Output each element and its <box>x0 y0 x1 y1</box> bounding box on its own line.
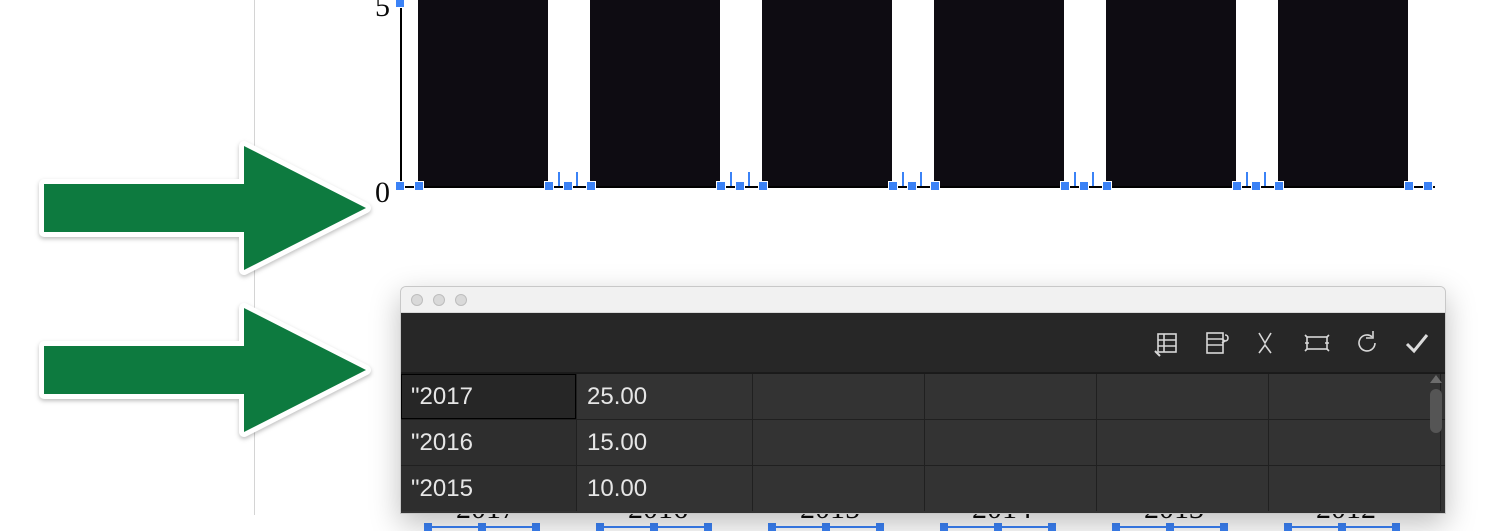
import-data-icon[interactable] <box>1153 329 1181 357</box>
selection-handle[interactable] <box>1274 181 1284 191</box>
bar-rect[interactable] <box>934 0 1064 186</box>
cell-value[interactable]: 25.00 <box>577 374 753 419</box>
cell-year[interactable]: "2015 <box>401 466 577 511</box>
cell-empty[interactable] <box>1097 374 1269 419</box>
bar-rect[interactable] <box>1278 0 1408 186</box>
selection-tick <box>558 172 560 186</box>
cell-empty[interactable] <box>925 466 1097 511</box>
bar-rect[interactable] <box>590 0 720 186</box>
selection-handle[interactable] <box>563 181 573 191</box>
selection-tick <box>1074 172 1076 186</box>
selection-handle[interactable] <box>735 181 745 191</box>
y-tick-5: 5 <box>340 0 390 24</box>
selection-handle[interactable] <box>414 181 424 191</box>
selection-handle[interactable] <box>907 181 917 191</box>
selection-tick <box>1092 172 1094 186</box>
selection-tick <box>1264 172 1266 186</box>
cell-empty[interactable] <box>1269 420 1441 465</box>
cell-empty[interactable] <box>1269 374 1441 419</box>
selection-handle[interactable] <box>758 181 768 191</box>
selection-tick <box>576 172 578 186</box>
selection-tick <box>920 172 922 186</box>
cell-empty[interactable] <box>1269 466 1441 511</box>
graph-data-panel[interactable]: "2017 25.00 "2016 15.00 "2015 10.00 <box>400 286 1446 514</box>
table-row[interactable]: "2017 25.00 <box>401 373 1445 419</box>
selection-handle[interactable] <box>1404 181 1414 191</box>
cell-style-icon[interactable] <box>1303 329 1331 357</box>
table-row[interactable]: "2016 15.00 <box>401 419 1445 465</box>
bar-chart[interactable]: 5 0 2017 2016 2015 2014 <box>370 0 1440 240</box>
window-titlebar[interactable] <box>401 287 1445 313</box>
bar-rect[interactable] <box>418 0 548 186</box>
bar-rect[interactable] <box>1106 0 1236 186</box>
cell-empty[interactable] <box>1097 420 1269 465</box>
apply-icon[interactable] <box>1403 329 1431 357</box>
cell-value[interactable]: 15.00 <box>577 420 753 465</box>
selection-handle[interactable] <box>716 181 726 191</box>
window-close-icon[interactable] <box>411 294 423 306</box>
revert-icon[interactable] <box>1353 329 1381 357</box>
selection-handle[interactable] <box>1060 181 1070 191</box>
cell-empty[interactable] <box>753 466 925 511</box>
selection-handle[interactable] <box>1232 181 1242 191</box>
cell-empty[interactable] <box>753 374 925 419</box>
window-zoom-icon[interactable] <box>455 294 467 306</box>
scroll-thumb[interactable] <box>1430 389 1442 433</box>
scrollbar[interactable] <box>1429 375 1443 511</box>
selection-tick <box>748 172 750 186</box>
selection-handle[interactable] <box>930 181 940 191</box>
bars-group[interactable]: 2017 2016 2015 2014 2013 <box>400 0 1435 186</box>
selection-tick <box>730 172 732 186</box>
selection-handle[interactable] <box>888 181 898 191</box>
annotation-arrow-chart-icon <box>36 138 372 278</box>
transpose-icon[interactable] <box>1203 329 1231 357</box>
panel-toolbar <box>401 313 1445 373</box>
cell-value[interactable]: 10.00 <box>577 466 753 511</box>
annotation-arrow-panel-icon <box>36 300 372 440</box>
window-minimize-icon[interactable] <box>433 294 445 306</box>
selection-handle[interactable] <box>1102 181 1112 191</box>
selection-handle[interactable] <box>1079 181 1089 191</box>
cell-year[interactable]: "2016 <box>401 420 577 465</box>
cell-empty[interactable] <box>925 420 1097 465</box>
scroll-up-icon[interactable] <box>1430 375 1442 383</box>
cell-empty[interactable] <box>753 420 925 465</box>
swap-xy-icon[interactable] <box>1253 329 1281 357</box>
selection-tick <box>1246 172 1248 186</box>
cell-empty[interactable] <box>925 374 1097 419</box>
selection-handle[interactable] <box>544 181 554 191</box>
data-grid[interactable]: "2017 25.00 "2016 15.00 "2015 10.00 <box>401 373 1445 513</box>
cell-empty[interactable] <box>1097 466 1269 511</box>
table-row[interactable]: "2015 10.00 <box>401 465 1445 511</box>
bar-rect[interactable] <box>762 0 892 186</box>
selection-handle[interactable] <box>395 181 405 191</box>
cell-year[interactable]: "2017 <box>401 374 577 419</box>
selection-handle[interactable] <box>1423 181 1433 191</box>
selection-handle[interactable] <box>1251 181 1261 191</box>
selection-tick <box>902 172 904 186</box>
selection-handle[interactable] <box>586 181 596 191</box>
